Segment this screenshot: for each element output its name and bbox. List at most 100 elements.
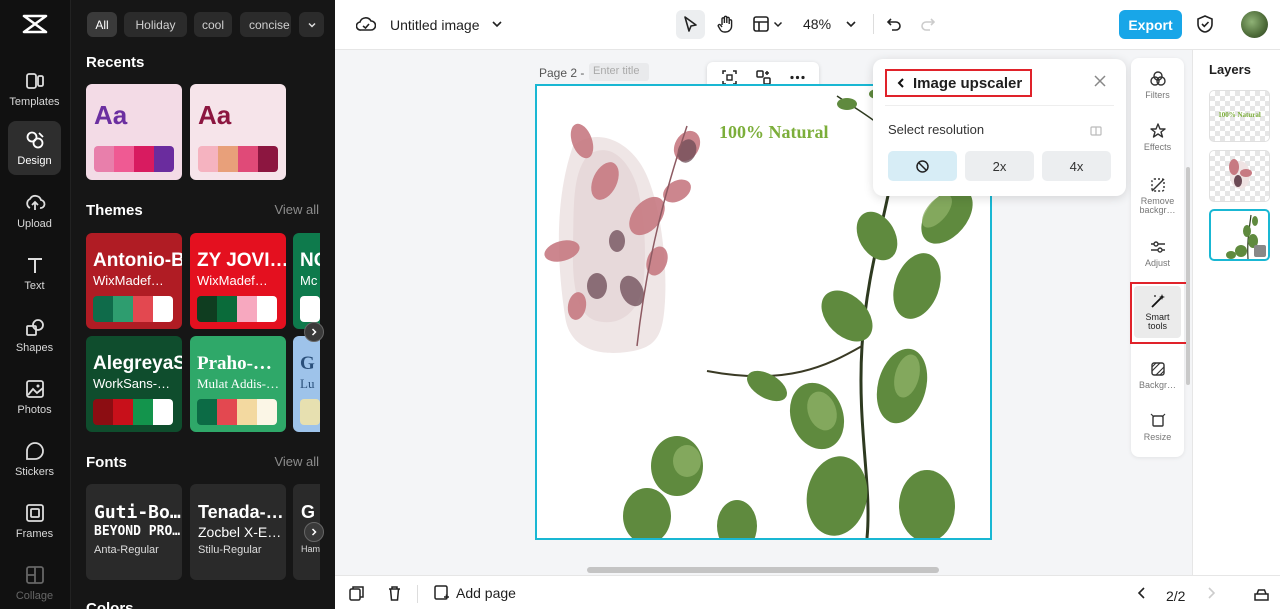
recent-card-1[interactable]: Aa	[86, 84, 182, 180]
layer-item-text[interactable]: 100% Natural	[1209, 90, 1270, 142]
recent-card-2[interactable]: Aa	[190, 84, 286, 180]
font-card-2[interactable]: Tenada-… Zocbel X-E… Stilu-Regular	[190, 484, 286, 580]
toolbar-divider	[873, 14, 874, 34]
undo-icon[interactable]	[883, 13, 905, 35]
rail-item-adjust[interactable]: Adjust	[1134, 238, 1181, 268]
resolution-option-2x[interactable]: 2x	[965, 151, 1034, 181]
upscaler-back-button[interactable]: Image upscaler	[885, 69, 1032, 97]
prev-page-icon[interactable]	[1135, 586, 1149, 600]
theme-subtitle: WixMadef…	[93, 273, 164, 288]
pages-panel-icon[interactable]	[1253, 585, 1270, 602]
resolution-option-none[interactable]	[888, 151, 957, 181]
nav-item-photos[interactable]: Photos	[8, 370, 61, 424]
nav-item-shapes[interactable]: Shapes	[8, 308, 61, 362]
recent-card-swatches	[94, 146, 174, 172]
fonts-view-all-link[interactable]: View all	[274, 454, 319, 469]
add-page-button[interactable]: Add page	[433, 584, 516, 601]
nav-item-upload[interactable]: Upload	[8, 184, 61, 238]
vertical-scrollbar[interactable]	[1186, 167, 1190, 385]
layer-item-eucalyptus[interactable]	[1209, 209, 1270, 261]
export-button[interactable]: Export	[1119, 10, 1182, 39]
rail-item-remove-background[interactable]: Remove backgr…	[1134, 176, 1181, 215]
nav-label: Design	[17, 155, 52, 167]
fonts-next-button[interactable]	[304, 522, 324, 542]
nav-label: Shapes	[15, 342, 54, 354]
chevron-down-icon	[307, 22, 316, 28]
layout-icon[interactable]	[750, 13, 772, 35]
theme-subtitle: WorkSans-…	[93, 376, 171, 391]
theme-card-5[interactable]: Praho-… Mulat Addis-…	[190, 336, 286, 432]
theme-card-6[interactable]: G Lu	[293, 336, 320, 432]
rail-item-resize[interactable]: Resize	[1134, 412, 1181, 442]
themes-title: Themes	[86, 202, 143, 219]
layer-preview	[1229, 159, 1252, 189]
rail-item-effects[interactable]: Effects	[1134, 122, 1181, 152]
cloud-sync-icon[interactable]	[355, 13, 377, 35]
capcut-logo[interactable]	[22, 12, 48, 36]
nav-item-text[interactable]: Text	[8, 246, 61, 300]
rail-item-filters[interactable]: Filters	[1134, 70, 1181, 100]
rail-label: Effects	[1143, 142, 1172, 152]
hand-tool-icon[interactable]	[715, 13, 737, 35]
rail-label: Resize	[1143, 432, 1172, 442]
themes-view-all-link[interactable]: View all	[274, 202, 319, 217]
nav-item-templates[interactable]: Templates	[8, 62, 61, 116]
chevron-down-icon[interactable]	[486, 13, 508, 35]
nav-item-stickers[interactable]: Stickers	[8, 432, 61, 486]
rail-item-background[interactable]: Backgr…	[1134, 360, 1181, 390]
layer-item-pink-leaves[interactable]	[1209, 150, 1270, 202]
recent-card-sample: Aa	[198, 100, 232, 130]
right-tool-rail: Filters Effects Remove backgr… Adjust Sm…	[1131, 58, 1184, 457]
shield-icon[interactable]	[1194, 13, 1216, 35]
natural-heading-text[interactable]: 100% Natural	[719, 122, 829, 143]
remove-background-icon	[1150, 178, 1165, 192]
layer-replace-icon[interactable]	[1254, 245, 1266, 257]
redo-icon[interactable]	[917, 13, 939, 35]
compare-icon[interactable]	[1089, 124, 1103, 138]
theme-subtitle: Mulat Addis-…	[197, 376, 279, 391]
background-icon	[1150, 362, 1165, 376]
chip-holiday[interactable]: Holiday	[124, 12, 187, 37]
chevron-down-icon[interactable]	[771, 13, 785, 35]
font-card-1[interactable]: Guti-Bo… BEYOND PRO… Anta-Regular	[86, 484, 182, 580]
left-nav: Templates Design Upload Text Shapes Phot…	[0, 0, 71, 609]
upscaler-title: Image upscaler	[913, 74, 1023, 92]
chevron-right-icon	[311, 528, 317, 536]
pages-icon[interactable]	[348, 585, 365, 602]
image-upscaler-panel: Image upscaler Select resolution 2x 4x	[873, 59, 1126, 196]
chevron-down-icon[interactable]	[840, 13, 862, 35]
select-tool-button[interactable]	[676, 10, 705, 39]
chip-cool[interactable]: cool	[194, 12, 232, 37]
next-page-icon[interactable]	[1204, 586, 1218, 600]
page-counter: 2/2	[1166, 588, 1186, 604]
theme-card-2[interactable]: ZY JOVI… WixMadef…	[190, 233, 286, 329]
theme-card-4[interactable]: AlegreyaS… WorkSans-…	[86, 336, 182, 432]
chip-concise[interactable]: concise	[240, 12, 291, 37]
chips-more-button[interactable]	[299, 12, 324, 37]
chip-all[interactable]: All	[87, 12, 117, 37]
layers-panel: Layers 100% Natural	[1192, 50, 1280, 575]
divider	[885, 105, 1114, 106]
nav-item-collage[interactable]: Collage	[8, 556, 61, 609]
document-title[interactable]: Untitled image	[390, 17, 480, 33]
theme-card-1[interactable]: Antonio-Bold WixMadef…	[86, 233, 182, 329]
themes-next-button[interactable]	[304, 322, 324, 342]
horizontal-scrollbar[interactable]	[587, 567, 939, 573]
stickers-icon	[25, 442, 44, 460]
nav-item-frames[interactable]: Frames	[8, 494, 61, 548]
zoom-level[interactable]: 48%	[803, 16, 831, 32]
trash-icon[interactable]	[386, 585, 403, 602]
close-icon[interactable]	[1092, 73, 1108, 89]
font-name: Ham	[301, 544, 320, 554]
chevron-right-icon	[311, 328, 317, 336]
theme-card-3[interactable]: NC Mc	[293, 233, 320, 329]
theme-swatches	[300, 399, 320, 425]
resolution-option-4x[interactable]: 4x	[1042, 151, 1111, 181]
user-avatar[interactable]	[1241, 11, 1268, 38]
nav-item-design[interactable]: Design	[8, 121, 61, 175]
rail-label: Remove backgr…	[1139, 196, 1176, 215]
adjust-icon	[1150, 241, 1165, 253]
page-title-input[interactable]: Enter title	[589, 63, 649, 81]
disabled-icon	[916, 159, 929, 173]
theme-swatches	[93, 399, 173, 425]
